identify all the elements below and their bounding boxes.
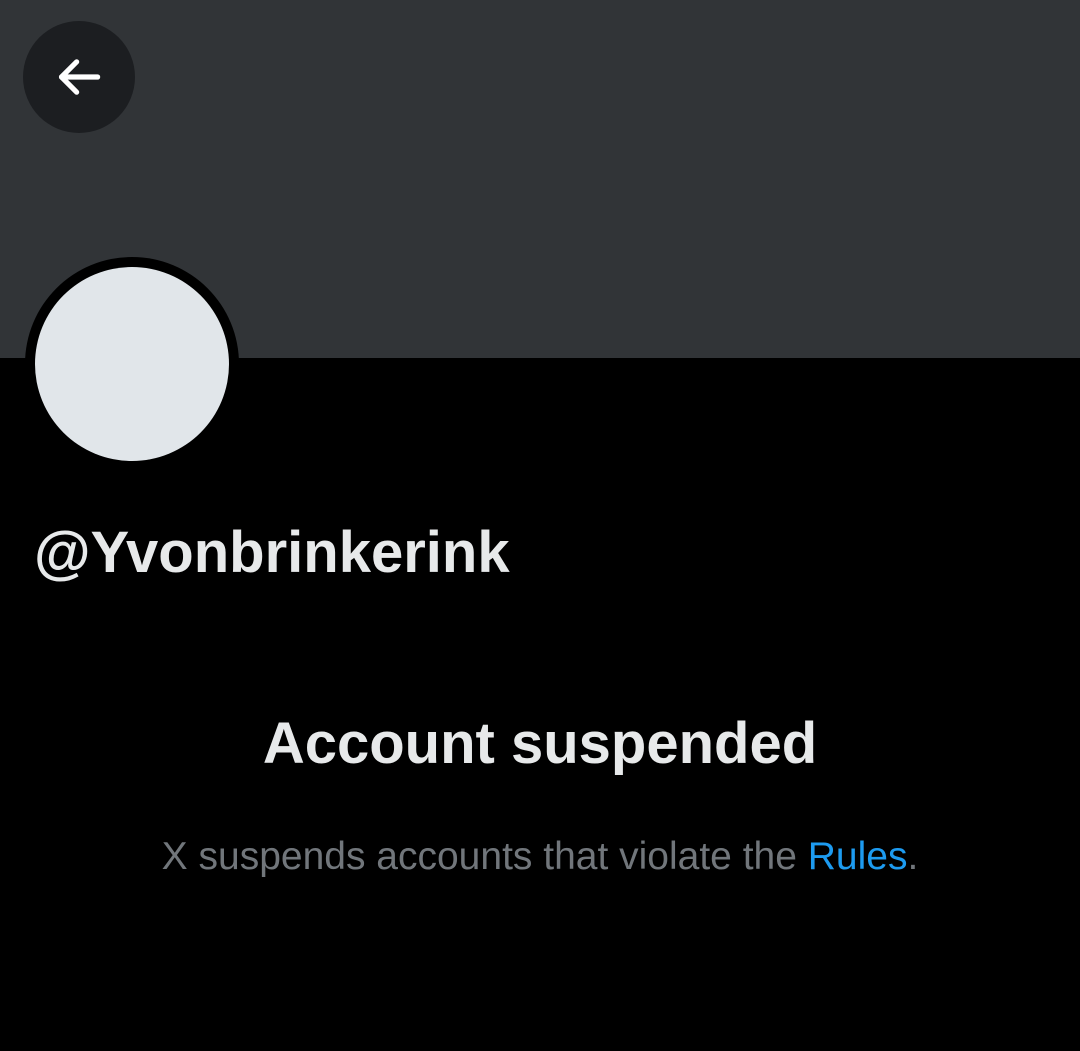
avatar-border [25, 257, 239, 471]
suspension-message-text: X suspends accounts that violate the [161, 835, 808, 878]
back-button[interactable] [23, 21, 135, 133]
suspension-message-period: . [907, 835, 919, 878]
suspension-message: X suspends accounts that violate the Rul… [0, 834, 1080, 880]
suspension-title: Account suspended [262, 711, 818, 776]
profile-screen: @Yvonbrinkerink Account suspended X susp… [0, 0, 1080, 1051]
arrow-left-icon [51, 49, 107, 105]
rules-link[interactable]: Rules [808, 835, 908, 878]
profile-handle: @Yvonbrinkerink [34, 520, 510, 585]
avatar[interactable] [35, 267, 229, 461]
